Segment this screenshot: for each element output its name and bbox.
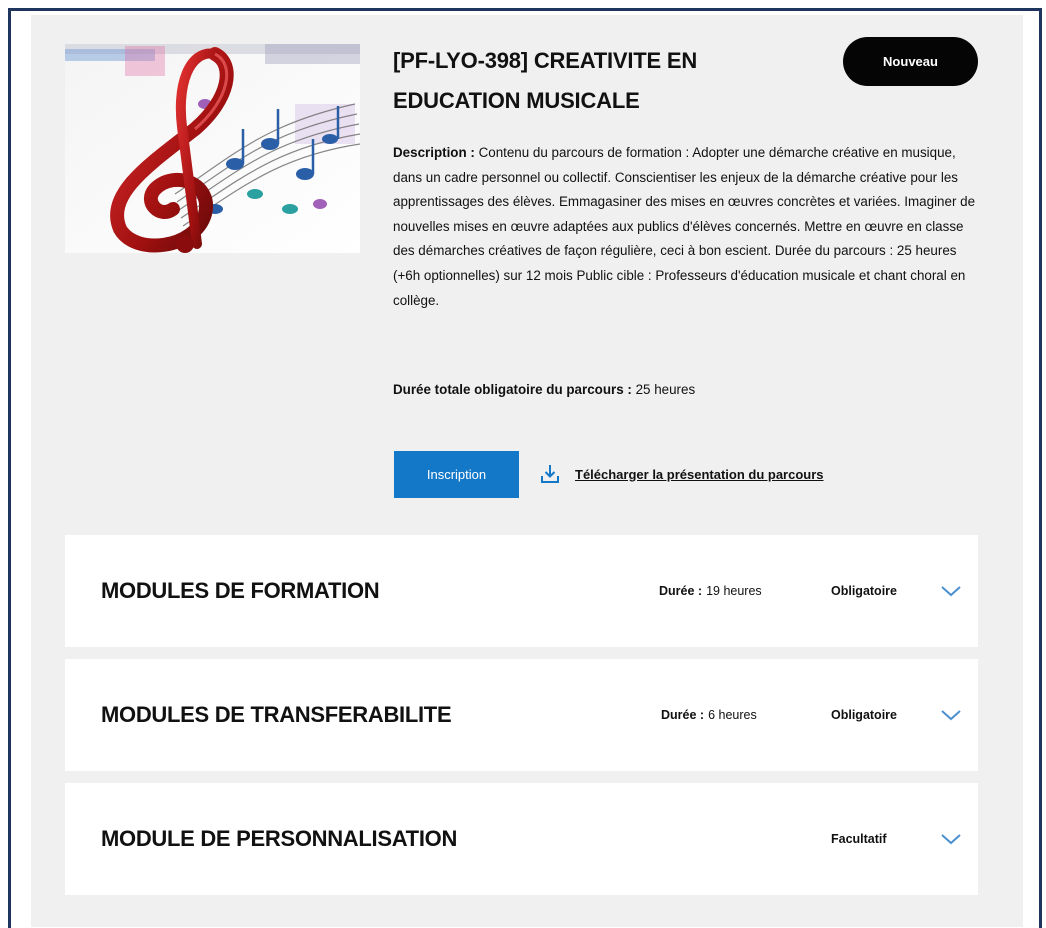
course-description: Description : Contenu du parcours de for… — [393, 141, 983, 313]
chevron-down-icon[interactable] — [939, 783, 963, 895]
download-presentation-label: Télécharger la présentation du parcours — [575, 466, 824, 482]
course-card: [PF-LYO-398] CREATIVITE EN EDUCATION MUS… — [31, 15, 1023, 927]
total-duration: Durée totale obligatoire du parcours : 2… — [393, 378, 983, 402]
chevron-down-icon[interactable] — [939, 535, 963, 647]
module-duration-value: 6 heures — [708, 708, 757, 722]
module-duration: Durée :6 heures — [661, 659, 757, 771]
description-text: Contenu du parcours de formation : Adopt… — [393, 145, 976, 308]
course-thumbnail — [65, 44, 360, 253]
module-title: MODULE DE PERSONNALISATION — [101, 826, 458, 851]
module-title: MODULES DE TRANSFERABILITE — [101, 702, 452, 727]
module-section-transferabilite[interactable]: MODULES DE TRANSFERABILITE Durée :6 heur… — [65, 659, 978, 771]
new-badge: Nouveau — [843, 37, 978, 86]
register-button[interactable]: Inscription — [394, 451, 519, 498]
module-section-personnalisation[interactable]: MODULE DE PERSONNALISATION Facultatif — [65, 783, 978, 895]
module-duration: Durée :19 heures — [659, 535, 762, 647]
module-duration-label: Durée : — [661, 708, 705, 722]
module-duration-label: Durée : — [659, 584, 703, 598]
module-title: MODULES DE FORMATION — [101, 578, 380, 603]
module-section-formation[interactable]: MODULES DE FORMATION Durée :19 heures Ob… — [65, 535, 978, 647]
treble-clef-music-notes-image — [65, 44, 360, 253]
total-duration-label: Durée totale obligatoire du parcours : — [393, 382, 632, 397]
course-title: [PF-LYO-398] CREATIVITE EN EDUCATION MUS… — [393, 48, 698, 113]
description-label: Description : — [393, 145, 475, 160]
total-duration-value: 25 heures — [635, 382, 696, 397]
module-requirement: Facultatif — [831, 832, 887, 846]
chevron-down-icon[interactable] — [939, 659, 963, 771]
module-duration-value: 19 heures — [706, 584, 762, 598]
module-requirement: Obligatoire — [831, 708, 897, 722]
download-icon — [539, 463, 561, 485]
module-requirement: Obligatoire — [831, 584, 897, 598]
download-presentation-link[interactable]: Télécharger la présentation du parcours — [539, 461, 824, 487]
page-frame: [PF-LYO-398] CREATIVITE EN EDUCATION MUS… — [8, 8, 1042, 928]
